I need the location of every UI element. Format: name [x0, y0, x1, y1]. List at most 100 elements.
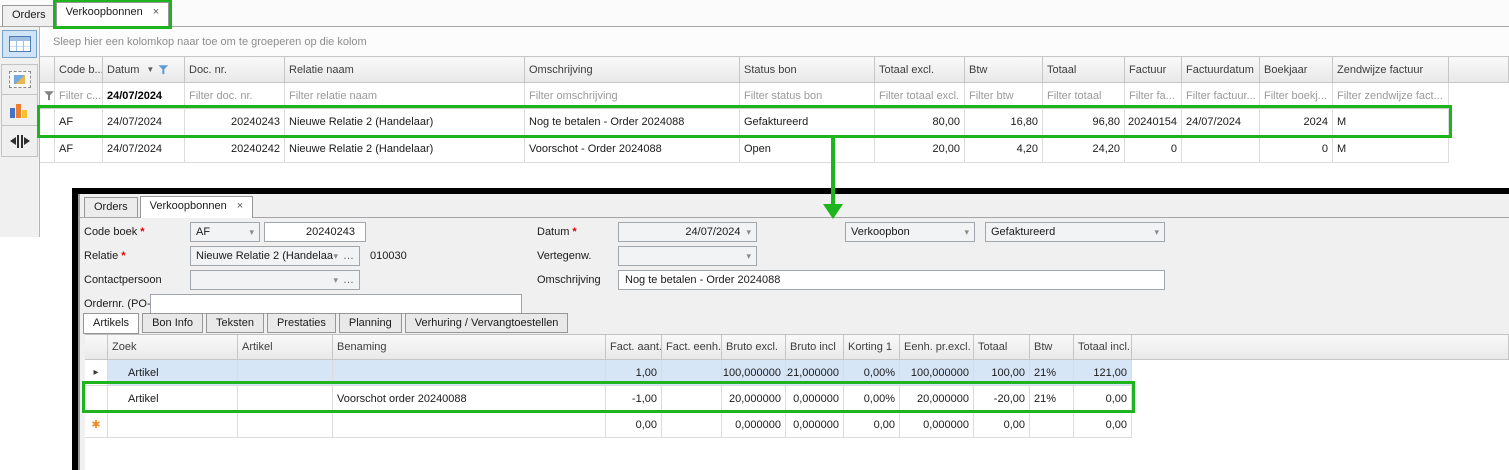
ellipsis-button[interactable]: … — [343, 274, 354, 286]
cell[interactable]: 0,00 — [606, 412, 662, 438]
cell[interactable]: M — [1333, 136, 1449, 163]
cell[interactable]: 20240243 — [185, 109, 285, 136]
cell[interactable]: 1,00 — [606, 360, 662, 386]
table-view-button[interactable] — [2, 30, 37, 58]
column-header-korting-1[interactable]: Korting 1 — [844, 335, 900, 360]
filter-cell[interactable]: Filter totaal — [1043, 83, 1125, 109]
column-header-status-bon[interactable]: Status bon — [740, 57, 875, 83]
cell[interactable]: 20,000000 — [722, 386, 786, 412]
cell[interactable]: 24/07/2024 — [103, 136, 185, 163]
filter-cell[interactable]: Filter boekj... — [1260, 83, 1333, 109]
cell[interactable]: Artikel — [108, 386, 238, 412]
cell[interactable]: 24/07/2024 — [1182, 109, 1260, 136]
cell[interactable]: 20,00 — [875, 136, 965, 163]
cell[interactable] — [238, 412, 333, 438]
vertegenw-select[interactable]: ▾ — [618, 246, 757, 266]
article-row-1[interactable]: ▸Artikel1,00100,000000121,0000000,00%100… — [85, 360, 1509, 386]
filter-cell[interactable]: Filter totaal excl. — [875, 83, 965, 109]
dropdown-arrow-icon[interactable]: ▾ — [746, 227, 751, 238]
cell[interactable]: 0,000000 — [786, 386, 844, 412]
cell[interactable]: -20,00 — [974, 386, 1030, 412]
code-boek-select[interactable]: AF ▾ — [190, 222, 260, 242]
column-header-relatie-naam[interactable]: Relatie naam — [285, 57, 525, 83]
column-header-bruto-incl[interactable]: Bruto incl — [786, 335, 844, 360]
filter-cell[interactable]: Filter fa... — [1125, 83, 1182, 109]
filter-cell[interactable]: Filter btw — [965, 83, 1043, 109]
cell[interactable]: Voorschot - Order 2024088 — [525, 136, 740, 163]
cell[interactable]: Artikel — [108, 360, 238, 386]
filter-active-icon[interactable] — [158, 65, 168, 75]
column-header-totaal[interactable]: Totaal — [974, 335, 1030, 360]
article-row-2[interactable]: ArtikelVoorschot order 20240088-1,0020,0… — [85, 386, 1509, 412]
dropdown-arrow-icon[interactable]: ▾ — [746, 251, 751, 262]
cell[interactable] — [662, 412, 722, 438]
cell[interactable] — [1030, 412, 1074, 438]
column-header-benaming[interactable]: Benaming — [333, 335, 606, 360]
cell[interactable]: 16,80 — [965, 109, 1043, 136]
filter-cell[interactable]: Filter relatie naam — [285, 83, 525, 109]
column-header-code-b-[interactable]: Code b... — [55, 57, 103, 83]
column-header-zoek[interactable]: Zoek — [108, 335, 238, 360]
filter-funnel-icon[interactable] — [44, 91, 54, 101]
cell[interactable]: AF — [55, 109, 103, 136]
column-header-boekjaar[interactable]: Boekjaar — [1260, 57, 1333, 83]
sub-tab-prestaties[interactable]: Prestaties — [267, 313, 336, 333]
ellipsis-button[interactable]: … — [343, 250, 354, 262]
filter-cell[interactable]: Filter doc. nr. — [185, 83, 285, 109]
close-icon[interactable]: × — [237, 200, 243, 212]
column-header-factuurdatum[interactable]: Factuurdatum — [1182, 57, 1260, 83]
cell[interactable]: 0,00 — [844, 412, 900, 438]
cell[interactable]: 21% — [1030, 386, 1074, 412]
cell[interactable]: 0,00 — [974, 412, 1030, 438]
filter-cell[interactable]: Filter zendwijze fact... — [1333, 83, 1449, 109]
column-header-totaal-excl-[interactable]: Totaal excl. — [875, 57, 965, 83]
dropdown-arrow-icon[interactable]: ▾ — [249, 227, 254, 238]
column-header-btw[interactable]: Btw — [1030, 335, 1074, 360]
cell[interactable]: Gefaktureerd — [740, 109, 875, 136]
close-icon[interactable]: × — [153, 6, 159, 18]
relatie-select[interactable]: Nieuwe Relatie 2 (Handelaar) ▾ … — [190, 246, 360, 266]
cell[interactable]: 121,000000 — [786, 360, 844, 386]
orders-row-1[interactable]: AF 24/07/2024 20240243Nieuwe Relatie 2 (Ha… — [40, 109, 1509, 136]
cell[interactable]: 121,00 — [1074, 360, 1132, 386]
datum-picker[interactable]: 24/07/2024 ▾ — [618, 222, 757, 242]
cell[interactable]: 0,00% — [844, 360, 900, 386]
cell[interactable]: -1,00 — [606, 386, 662, 412]
column-header-omschrijving[interactable]: Omschrijving — [525, 57, 740, 83]
sub-tab-verhuring-vervangtoestellen[interactable]: Verhuring / Vervangtoestellen — [405, 313, 569, 333]
bon-type-select[interactable]: Verkoopbon ▾ — [845, 222, 975, 242]
cell[interactable]: 20240154 — [1125, 109, 1182, 136]
sub-tab-bon-info[interactable]: Bon Info — [142, 313, 203, 333]
column-header-doc-nr-[interactable]: Doc. nr. — [185, 57, 285, 83]
cell[interactable]: 0,000000 — [900, 412, 974, 438]
cell[interactable] — [238, 386, 333, 412]
cell[interactable]: 20,000000 — [900, 386, 974, 412]
cell[interactable]: 24,20 — [1043, 136, 1125, 163]
omschrijving-field[interactable]: Nog te betalen - Order 2024088 — [618, 270, 1165, 290]
cell[interactable] — [662, 386, 722, 412]
cell[interactable]: 0 — [1125, 136, 1182, 163]
cell[interactable] — [108, 412, 238, 438]
cell[interactable]: 21% — [1030, 360, 1074, 386]
filter-cell[interactable]: Filter omschrijving — [525, 83, 740, 109]
cell[interactable]: 100,00 — [974, 360, 1030, 386]
column-header-totaal[interactable]: Totaal — [1043, 57, 1125, 83]
cell[interactable]: 80,00 — [875, 109, 965, 136]
dropdown-arrow-icon[interactable]: ▾ — [333, 251, 338, 262]
cell[interactable]: 100,000000 — [900, 360, 974, 386]
cell[interactable] — [238, 360, 333, 386]
chart-view-button[interactable] — [1, 95, 38, 126]
tab-orders[interactable]: Orders — [2, 5, 56, 26]
orders-row-2[interactable]: AF24/07/202420240242Nieuwe Relatie 2 (Ha… — [40, 136, 1509, 163]
cell[interactable] — [1182, 136, 1260, 163]
cell[interactable]: 4,20 — [965, 136, 1043, 163]
filter-cell[interactable]: Filter status bon — [740, 83, 875, 109]
cell[interactable]: 0,00 — [1074, 386, 1132, 412]
cell[interactable]: 96,80 — [1043, 109, 1125, 136]
dropdown-arrow-icon[interactable]: ▾ — [964, 227, 969, 238]
column-header-fact-eenh-[interactable]: Fact. eenh. — [662, 335, 722, 360]
cell[interactable]: Nieuwe Relatie 2 (Handelaar) — [285, 109, 525, 136]
column-header-totaal-incl-[interactable]: Totaal incl. — [1074, 335, 1132, 360]
sub-tab-planning[interactable]: Planning — [339, 313, 402, 333]
cell[interactable]: 100,000000 — [722, 360, 786, 386]
